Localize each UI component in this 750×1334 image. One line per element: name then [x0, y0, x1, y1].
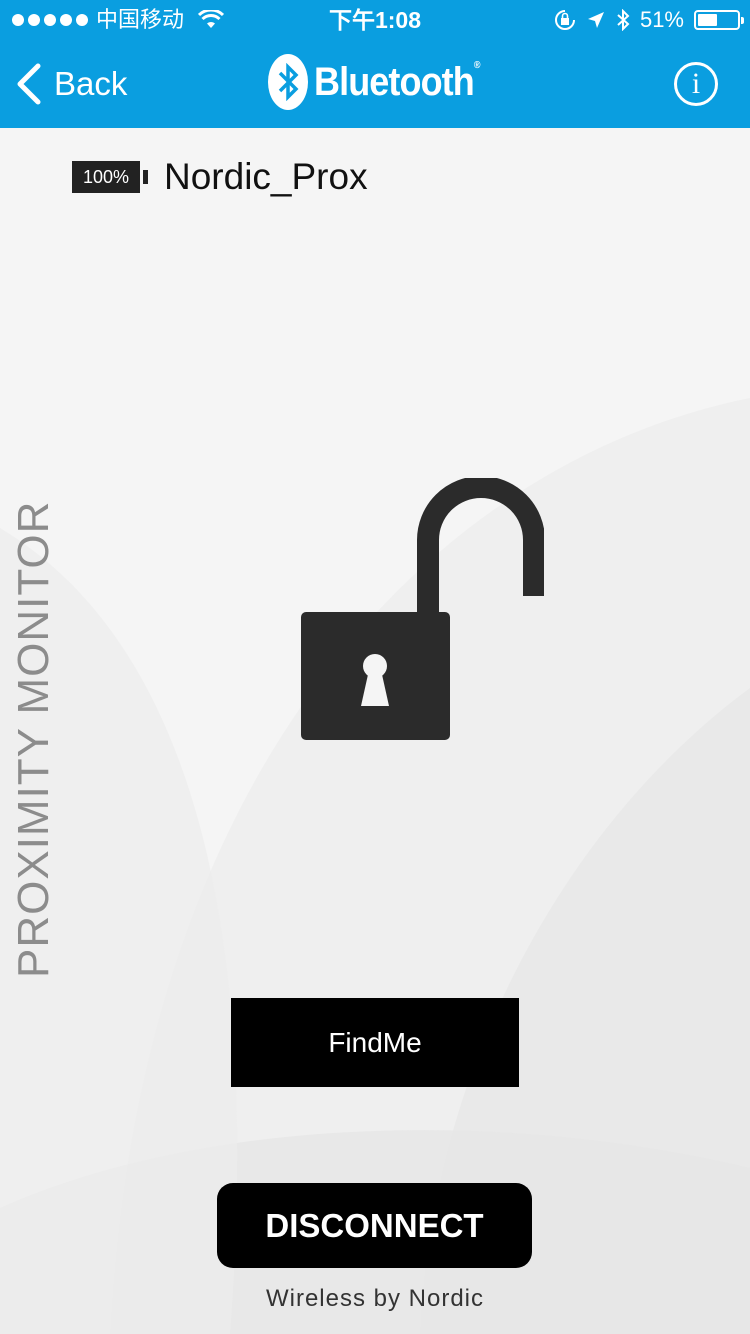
disconnect-button[interactable]: DISCONNECT	[217, 1183, 532, 1268]
header: 中国移动 下午1:08 51% Back Bluetooth® i	[0, 0, 750, 128]
bluetooth-logo: Bluetooth®	[268, 52, 498, 112]
device-name: Nordic_Prox	[164, 156, 368, 197]
device-battery-badge: 100%	[72, 161, 148, 193]
nav-bar: Back Bluetooth® i	[0, 40, 750, 128]
battery-percent: 51%	[639, 7, 684, 32]
location-icon	[587, 12, 604, 28]
status-right: 51%	[554, 0, 744, 40]
orientation-lock-icon	[554, 10, 575, 30]
device-row: 100% Nordic_Prox	[72, 156, 368, 198]
main-content: 100% Nordic_Prox PROXIMITY MONITOR FindM…	[0, 128, 750, 1334]
footer-text: Wireless by Nordic	[265, 1285, 485, 1312]
info-icon: i	[691, 67, 701, 100]
padlock-open-icon	[301, 478, 544, 740]
bluetooth-logo-icon	[268, 54, 308, 110]
back-button[interactable]: Back	[14, 60, 127, 108]
back-chevron-icon	[17, 63, 41, 105]
findme-button[interactable]: FindMe	[231, 998, 519, 1087]
back-label: Back	[54, 65, 128, 102]
info-button[interactable]: i	[674, 62, 718, 106]
logo-text: Bluetooth®	[314, 59, 481, 104]
status-bar: 中国移动 下午1:08 51%	[0, 0, 750, 40]
battery-icon	[694, 10, 744, 30]
side-title: PROXIMITY MONITOR	[9, 500, 58, 978]
battery-fill	[698, 14, 718, 26]
bluetooth-status-icon	[617, 9, 630, 31]
